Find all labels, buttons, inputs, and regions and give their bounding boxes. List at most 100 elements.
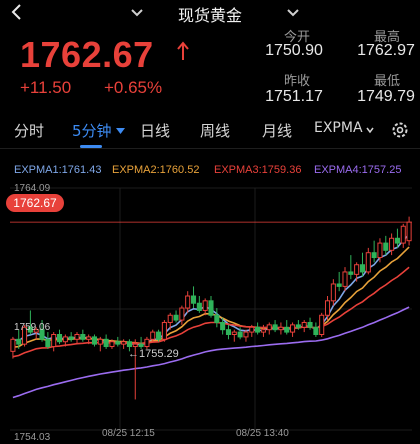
next-chevron-icon[interactable] [286,8,300,18]
legend-expma1: EXPMA1:1761.43 [14,164,102,176]
candle-body [16,338,22,345]
candle-body [225,329,232,335]
tab-weekly[interactable]: 周线 [200,120,230,141]
tab-daily[interactable]: 日线 [140,120,170,141]
candle-body [45,338,51,348]
candle-body [255,326,261,333]
candle-body [121,341,127,345]
current-price: 1762.67 [20,34,154,75]
candle-body [208,300,214,316]
tab-timeshare[interactable]: 分时 [14,120,44,141]
candle-body [214,314,220,323]
candle-body [173,314,179,321]
candle-body [202,300,208,311]
candle-body [301,321,307,328]
tab-indicator[interactable]: EXPMA [314,120,363,136]
candle-body [365,252,371,273]
active-tab-indicator [80,145,102,148]
candle-body [220,321,226,331]
y-axis-bottom-label: 1754.03 [14,432,51,443]
high-value: 1762.97 [357,42,415,59]
candle-body [161,321,167,340]
candle-body [272,324,278,331]
last-price-tag: 1762.67 [6,194,64,212]
candle-body [330,283,336,302]
x-axis-label-1: 08/25 12:15 [102,428,155,439]
candle-body [179,307,185,321]
candle-body [400,225,406,244]
candle-body [394,237,400,244]
candle-body [56,333,63,343]
candle-body [348,271,354,275]
open-value: 1750.90 [265,42,323,59]
candle-body [156,331,162,340]
candle-body [68,336,74,340]
candle-body [62,336,68,343]
prev-close-label: 昨收 [283,74,310,89]
legend-expma3: EXPMA3:1759.36 [214,164,302,176]
expma-line-4 [12,306,410,399]
candle-body [167,314,173,323]
candle-body [278,326,284,331]
candle-body [103,338,109,348]
top-bar: 现货黄金 [0,0,420,26]
page-title: 现货黄金 [177,6,242,25]
candle-body [307,321,313,328]
candle-body [51,333,57,348]
prev-close-value: 1751.17 [265,88,323,105]
legend-expma2: EXPMA2:1760.52 [112,164,200,176]
quote-panel: 1762.67 +11.50 +0.65% 今开 1750.90 最高 1762… [0,26,420,105]
change-percent: +0.65% [104,78,163,97]
candle-body [115,341,121,345]
low-label: 最低 [373,74,400,89]
candle-body [185,295,191,309]
candle-body [132,343,138,348]
candle-body [190,295,197,304]
legend-expma4: EXPMA4:1757.25 [314,164,402,176]
gear-icon[interactable] [390,120,410,140]
candle-body [97,338,103,345]
candle-body [243,331,249,338]
candle-body [231,331,237,335]
candle-body [324,300,331,316]
candle-body [91,336,98,345]
tab-dropdown-icon[interactable] [116,128,125,134]
candle-body [109,341,115,348]
tab-5min[interactable]: 5分钟 [72,120,112,141]
candle-body [144,338,150,348]
candle-body [10,338,16,352]
candle-body [383,242,389,251]
x-axis-label-2: 08/25 13:40 [236,428,289,439]
candle-body [266,324,272,331]
candle-body [313,326,319,335]
up-arrow-icon [177,41,189,60]
candle-body [377,242,383,259]
candle-body [260,329,266,333]
candle-body [126,341,132,348]
candle-body [237,331,243,338]
candle-body [371,252,377,259]
indicator-dropdown-icon[interactable] [366,126,374,134]
candle-body [354,264,360,275]
candle-body [336,283,342,287]
candlestick-chart[interactable] [0,180,420,444]
y-axis-top-label: 1764.09 [14,183,51,194]
candle-body [138,343,144,348]
candle-body [86,336,92,340]
candle-body [290,324,296,333]
candle-body [295,324,301,328]
candle-body [359,264,366,273]
candle-body [80,333,86,340]
candle-body [150,331,156,340]
tab-monthly[interactable]: 月线 [262,120,292,141]
candle-body [196,302,202,311]
candle-body [342,271,348,287]
expma-line-1 [12,233,410,346]
candle-body [319,314,325,335]
low-value: 1749.79 [357,88,415,105]
y-axis-mid-label: 1759.06 [14,322,51,333]
low-price-annotation: ←1755.29 [128,348,179,360]
change-value: +11.50 [20,78,72,97]
candle-body [389,237,395,251]
period-tabs: 分时 5分钟 日线 周线 月线 EXPMA [0,112,420,149]
